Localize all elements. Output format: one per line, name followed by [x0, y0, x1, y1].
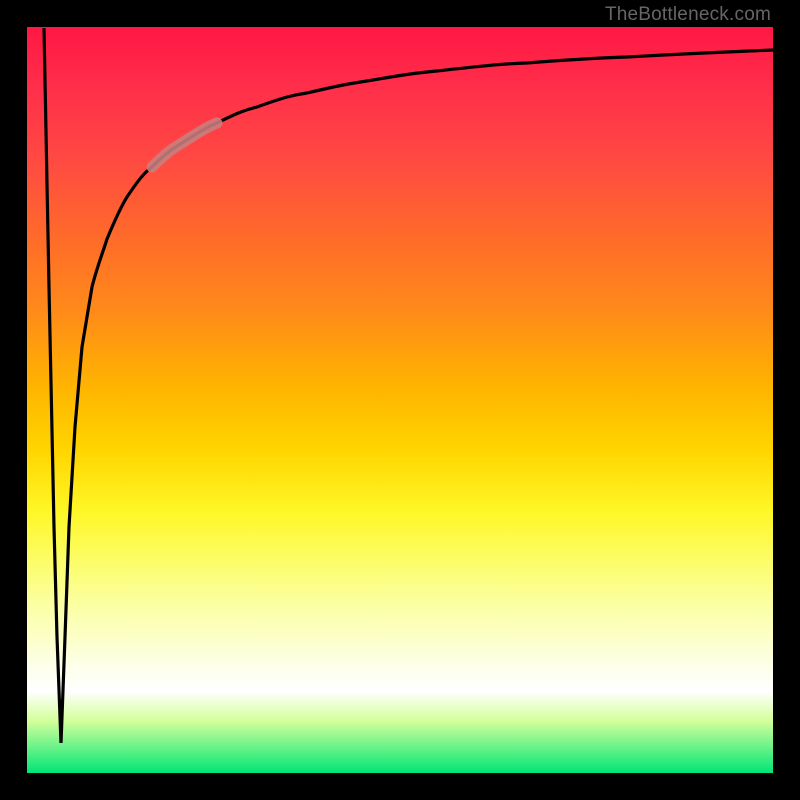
chart-frame: TheBottleneck.com — [0, 0, 800, 800]
plot-area — [27, 27, 773, 773]
main-curve — [44, 28, 773, 743]
attribution-label: TheBottleneck.com — [605, 4, 771, 26]
curve-layer — [27, 27, 773, 773]
highlight-segment — [152, 123, 217, 167]
